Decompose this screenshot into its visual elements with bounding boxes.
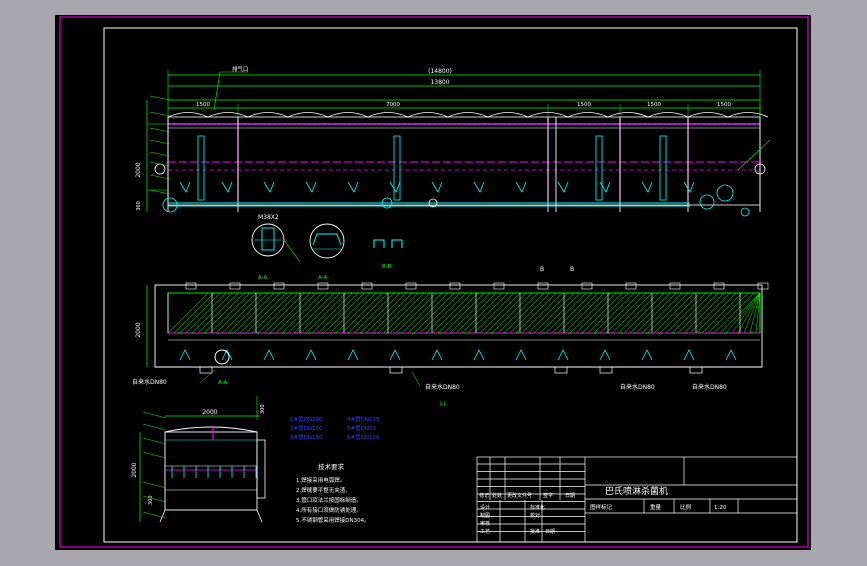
col-file: 更改文件号 (507, 492, 532, 499)
legend-item-2: 2#管DN150 (290, 424, 323, 432)
note-item-4: 4.所有接口须做防锈处理。 (296, 506, 362, 514)
side-bottom-dim: 300 (148, 495, 154, 505)
front-height-dim: 2000 (135, 162, 142, 177)
cad-drawing-viewport: (14800) 13800 排气口 1500 7000 1500 1500 1500 (0, 0, 867, 562)
check-label: 校对 (530, 512, 540, 519)
side-small-dim: 300 (260, 404, 266, 414)
plan-pipe-label-4: 自来水DN80 (692, 383, 727, 391)
plan-pipe-label-2: 自来水DN80 (425, 383, 460, 391)
section-b-b-label: B-B (382, 264, 392, 270)
note-item-5: 5.不锈钢管采用焊接DN304。 (296, 516, 370, 524)
legend-item-4: 4#管DN125 (347, 415, 380, 423)
drawing-mark-label: 图样标记 (590, 503, 613, 511)
segment-dim-4: 1500 (647, 102, 661, 108)
col-marks: 标记 (479, 492, 489, 499)
col-count: 处数 (492, 492, 502, 499)
legend-item-6: 6#管DN100 (347, 433, 380, 441)
legend-item-1: 1#管DN200 (290, 415, 323, 423)
date-label: 日期 (545, 529, 555, 535)
weight-label: 重量 (650, 503, 662, 511)
segment-dim-3: 1500 (577, 102, 591, 108)
note-item-3: 3.管口及法兰按国标制造。 (296, 496, 362, 504)
title-text: 巴氏喷淋杀菌机 (605, 485, 668, 497)
drafting-label: 制图 (480, 512, 490, 519)
notes-title: 技术要求 (318, 462, 345, 471)
overall-dim-paren: (14800) (428, 68, 452, 75)
note-item-1: 1.焊接采用电弧焊。 (296, 476, 345, 484)
standardization-label: 标准化 (530, 504, 545, 511)
front-base-dim: 360 (136, 201, 142, 211)
section-b-marker-1: B (540, 266, 544, 273)
side-width-dim: 2000 (202, 409, 217, 416)
approve-label: 批准 (530, 528, 540, 535)
design-label: 设计 (480, 504, 490, 511)
legend-item-3: 3#管DN150 (290, 433, 323, 441)
detail-b-label: A-A (318, 275, 328, 281)
scale-value: 1:20 (714, 505, 727, 511)
plan-pipe-label-3: 自来水DN80 (620, 383, 655, 391)
plan-view-label: I-I (440, 401, 446, 408)
side-height-dim: 2000 (131, 462, 138, 477)
scale-label: 比例 (680, 503, 692, 511)
segment-dim-1: 1500 (196, 102, 210, 108)
plan-section-aa: A-A (218, 380, 228, 386)
note-item-2: 2.焊缝要平整无夹渣。 (296, 486, 351, 494)
col-date: 日期 (565, 493, 575, 499)
review-label: 审核 (480, 520, 490, 527)
detail-a-label: A-A (258, 275, 268, 281)
process-label: 工艺 (480, 529, 490, 535)
overall-dim: 13800 (430, 79, 449, 86)
legend-item-5: 5#管DN50 (347, 424, 376, 432)
segment-dim-5: 1500 (717, 102, 731, 108)
plan-side-dim: 2000 (135, 322, 142, 337)
segment-dim-2: 7000 (386, 102, 400, 108)
detail-label-m38: M38X2 (258, 214, 279, 221)
section-b-marker-2: B (570, 266, 574, 273)
col-sign: 签字 (543, 492, 553, 499)
plan-pipe-label-1: 自来水DN80 (132, 378, 167, 386)
drawing-canvas: (14800) 13800 排气口 1500 7000 1500 1500 1500 (55, 15, 811, 550)
